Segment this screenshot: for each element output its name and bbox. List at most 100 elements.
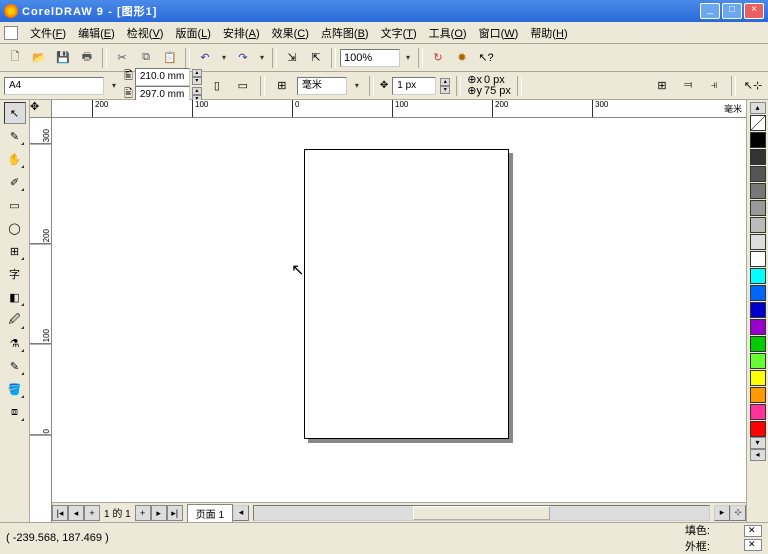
rectangle-tool[interactable]: ▭ (4, 194, 26, 216)
snap-objects-button[interactable]: ⫣ (703, 75, 725, 97)
hand-tool[interactable]: ✋ (4, 148, 26, 170)
help-cursor-button[interactable]: ↖? (475, 47, 497, 69)
interactive-blend-tool[interactable]: ⧈ (4, 401, 26, 423)
color-swatch[interactable] (750, 132, 766, 148)
color-swatch[interactable] (750, 336, 766, 352)
page[interactable] (304, 149, 509, 439)
drawing-canvas[interactable]: ↖ (52, 118, 746, 502)
color-swatch[interactable] (750, 234, 766, 250)
no-color-swatch[interactable] (750, 115, 766, 131)
color-swatch[interactable] (750, 149, 766, 165)
new-button[interactable]: 🗋 (4, 47, 26, 69)
copy-button[interactable]: ⧉ (135, 47, 157, 69)
paste-button[interactable]: 📋 (159, 47, 181, 69)
document-icon[interactable] (4, 26, 18, 40)
add-page-after-button[interactable]: + (135, 505, 151, 521)
color-swatch[interactable] (750, 217, 766, 233)
menu-e[interactable]: 编辑(E) (72, 26, 121, 42)
next-page-button[interactable]: ▸ (151, 505, 167, 521)
menu-b[interactable]: 点阵图(B) (315, 26, 375, 42)
outline-indicator[interactable] (744, 539, 762, 551)
launch-button[interactable]: ✹ (451, 47, 473, 69)
color-swatch[interactable] (750, 404, 766, 420)
refresh-button[interactable]: ↻ (427, 47, 449, 69)
import-button[interactable]: ⇲ (281, 47, 303, 69)
color-swatch[interactable] (750, 421, 766, 437)
paper-size-field[interactable]: A4 (4, 77, 104, 95)
last-page-button[interactable]: ▸| (167, 505, 183, 521)
color-swatch[interactable] (750, 387, 766, 403)
close-button[interactable]: × (744, 3, 764, 19)
palette-scroll-up[interactable]: ▴ (750, 102, 766, 114)
color-swatch[interactable] (750, 183, 766, 199)
cut-button[interactable]: ✂ (111, 47, 133, 69)
redo-dropdown[interactable]: ▾ (256, 53, 268, 62)
units-field[interactable]: 毫米 (297, 77, 347, 95)
color-swatch[interactable] (750, 353, 766, 369)
horizontal-ruler[interactable]: 2001000100200300 (52, 100, 746, 118)
color-swatch[interactable] (750, 370, 766, 386)
undo-dropdown[interactable]: ▾ (218, 53, 230, 62)
color-swatch[interactable] (750, 200, 766, 216)
options-button[interactable]: ↖⊹ (742, 75, 764, 97)
menu-c[interactable]: 效果(C) (266, 26, 315, 42)
nudge-field[interactable]: 1 px (392, 77, 436, 95)
page-width-field[interactable]: 210.0 mm (135, 68, 190, 86)
color-swatch[interactable] (750, 319, 766, 335)
interactive-transparency-tool[interactable]: 🖉 (4, 309, 26, 331)
navigator-button[interactable]: ⊹ (730, 505, 746, 521)
page-tab[interactable]: 页面 1 (187, 504, 233, 522)
snap-guides-button[interactable]: ⫤ (677, 75, 699, 97)
redo-button[interactable]: ↷ (232, 47, 254, 69)
vertical-ruler[interactable]: 3002001000 (30, 118, 52, 522)
first-page-button[interactable]: |◂ (52, 505, 68, 521)
color-swatch[interactable] (750, 251, 766, 267)
zoom-level-field[interactable]: 100% (340, 49, 400, 67)
menu-o[interactable]: 工具(O) (423, 26, 473, 42)
dup-x-field[interactable]: 0 px (484, 75, 505, 86)
palette-scroll-down[interactable]: ▾ (750, 437, 766, 449)
portrait-button[interactable]: ▯ (206, 75, 228, 97)
add-page-before-button[interactable]: + (84, 505, 100, 521)
maximize-button[interactable]: □ (722, 3, 742, 19)
paper-dropdown[interactable]: ▾ (108, 81, 120, 90)
ellipse-tool[interactable]: ◯ (4, 217, 26, 239)
shape-tool[interactable]: ✎ (4, 125, 26, 147)
text-tool[interactable]: 字 (4, 263, 26, 285)
landscape-button[interactable]: ▭ (232, 75, 254, 97)
freehand-tool[interactable]: ✐ (4, 171, 26, 193)
fill-tool[interactable]: 🪣 (4, 378, 26, 400)
save-button[interactable]: 💾 (52, 47, 74, 69)
palette-flyout[interactable]: ◂ (750, 449, 766, 461)
outline-tool[interactable]: ✎ (4, 355, 26, 377)
open-button[interactable]: 📂 (28, 47, 50, 69)
export-button[interactable]: ⇱ (305, 47, 327, 69)
menu-f[interactable]: 文件(F) (24, 26, 72, 42)
color-swatch[interactable] (750, 285, 766, 301)
ruler-origin[interactable]: ✥ (30, 100, 52, 118)
fill-indicator[interactable] (744, 525, 762, 537)
hscroll-right-button[interactable]: ▸ (714, 505, 730, 521)
pick-tool[interactable]: ↖ (4, 102, 26, 124)
menu-v[interactable]: 检视(V) (121, 26, 170, 42)
menu-w[interactable]: 窗口(W) (473, 26, 525, 42)
horizontal-scrollbar[interactable] (253, 505, 710, 521)
dup-y-field[interactable]: 75 px (484, 86, 511, 97)
polygon-tool[interactable]: ⊞ (4, 240, 26, 262)
snap-grid-button[interactable]: ⊞ (651, 75, 673, 97)
menu-h[interactable]: 帮助(H) (524, 26, 573, 42)
eyedropper-tool[interactable]: ⚗ (4, 332, 26, 354)
color-swatch[interactable] (750, 302, 766, 318)
hscroll-left-button[interactable]: ◂ (233, 505, 249, 521)
menu-t[interactable]: 文字(T) (375, 26, 423, 42)
menu-l[interactable]: 版面(L) (169, 26, 216, 42)
zoom-dropdown[interactable]: ▾ (402, 53, 414, 62)
print-button[interactable]: 🖶 (76, 47, 98, 69)
units-dropdown[interactable]: ▾ (351, 81, 363, 90)
color-swatch[interactable] (750, 268, 766, 284)
prev-page-button[interactable]: ◂ (68, 505, 84, 521)
menu-a[interactable]: 安排(A) (217, 26, 266, 42)
color-swatch[interactable] (750, 166, 766, 182)
hscroll-thumb[interactable] (413, 506, 549, 520)
page-dup-icon[interactable]: ⊞ (271, 75, 293, 97)
